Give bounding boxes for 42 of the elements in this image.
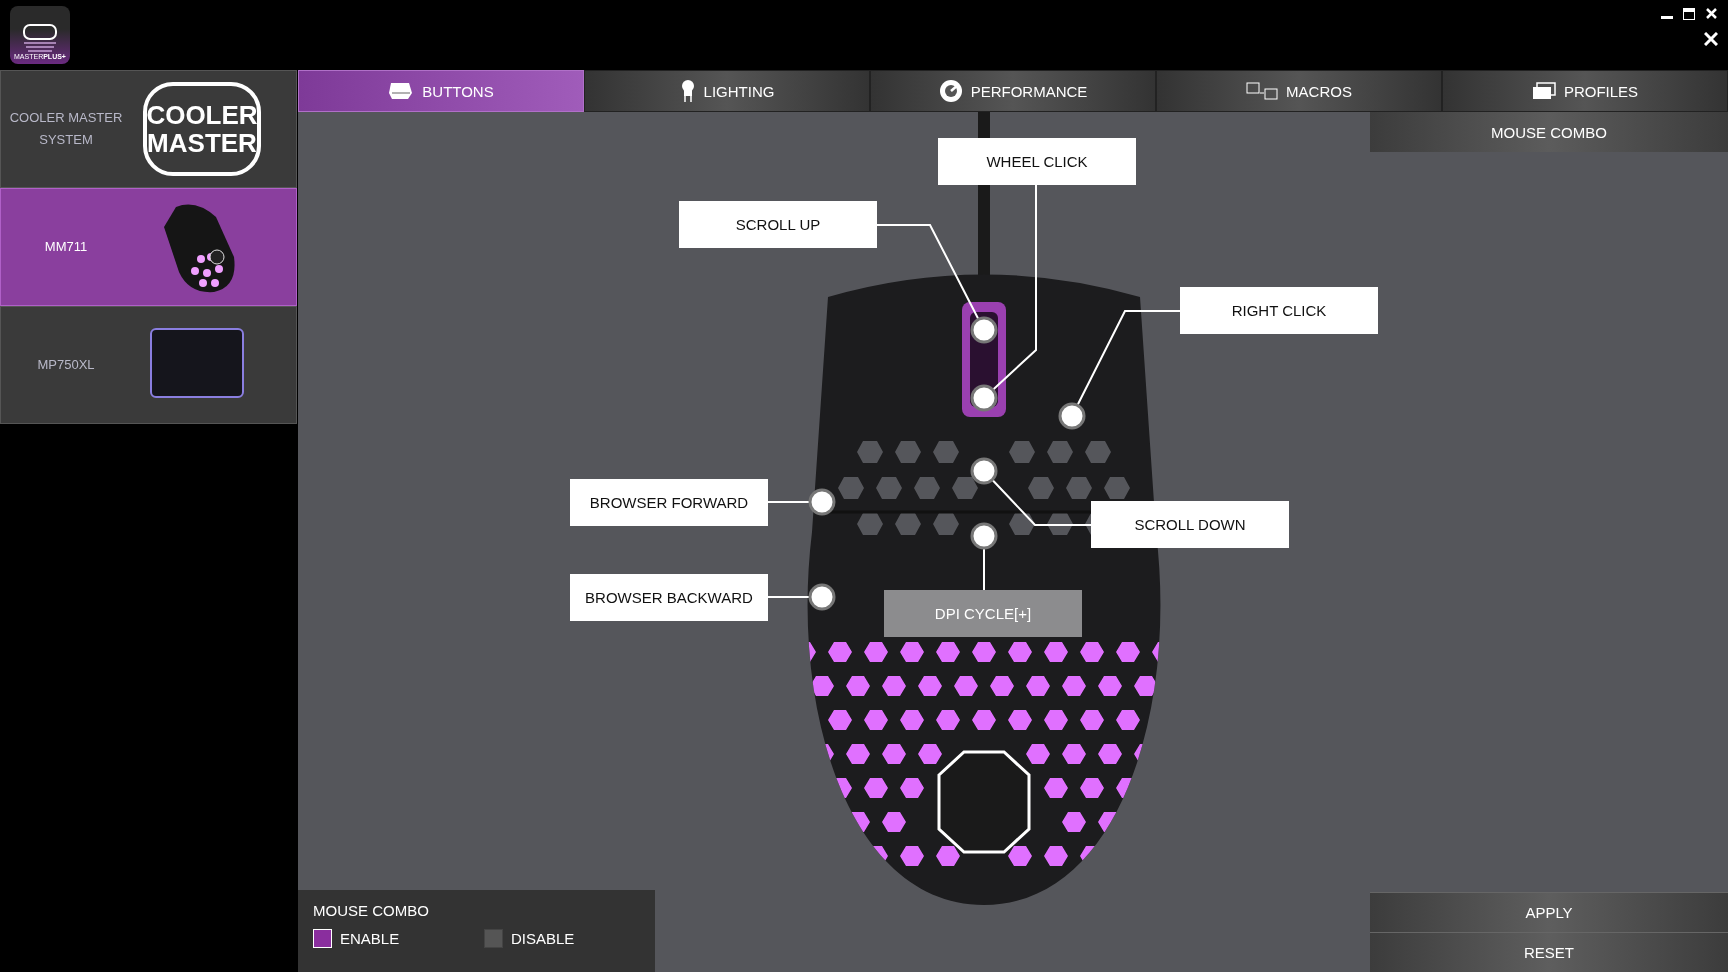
button-assignment[interactable]: BROWSER BACKWARD [570, 574, 768, 621]
mouse-icon [388, 81, 415, 101]
device-item[interactable]: COOLER MASTER SYSTEM COOLER MASTER [0, 70, 297, 188]
checkbox-label[interactable]: ENABLE [340, 930, 400, 947]
tab[interactable]: BUTTONS [298, 70, 584, 112]
device-item[interactable]: MP750XL [0, 306, 297, 424]
tab[interactable]: LIGHTING [584, 70, 870, 112]
action-button[interactable]: APPLY [1370, 892, 1728, 932]
button-assignment[interactable]: BROWSER FORWARD [570, 479, 768, 526]
keys-icon [1246, 82, 1279, 100]
hotspot-dot[interactable] [970, 316, 998, 344]
device-name: COOLER MASTER SYSTEM [8, 109, 124, 149]
cards-icon [1531, 82, 1556, 100]
button-assignment[interactable]: RIGHT CLICK [1180, 287, 1378, 334]
maximize-icon[interactable] [1683, 8, 1695, 20]
close-icon[interactable] [1705, 8, 1717, 19]
mouse-combo-button[interactable]: MOUSE COMBO [1370, 112, 1728, 152]
logo-emblem-icon [20, 23, 60, 53]
button-assignment[interactable]: SCROLL UP [679, 201, 877, 248]
hotspot-dot[interactable] [1058, 402, 1086, 430]
button-assignment[interactable]: SCROLL DOWN [1091, 501, 1289, 548]
hotspot-dot[interactable] [970, 384, 998, 412]
panel-title: MOUSE COMBO [313, 902, 430, 919]
tab[interactable]: PROFILES [1442, 70, 1728, 112]
leader-line [983, 547, 985, 591]
logo-text: COOLER [146, 101, 258, 129]
button-assignment[interactable]: WHEEL CLICK [938, 138, 1136, 185]
gauge-icon [938, 79, 963, 103]
tab[interactable]: PERFORMANCE [870, 70, 1156, 112]
hotspot-dot[interactable] [970, 457, 998, 485]
checkbox[interactable] [484, 929, 503, 948]
checkbox-label[interactable]: DISABLE [511, 930, 575, 947]
hotspot-dot[interactable] [970, 522, 998, 550]
bulb-icon [679, 79, 696, 103]
device-item[interactable]: MM711 [0, 188, 297, 306]
device-name: MM711 [43, 238, 89, 256]
tab[interactable]: MACROS [1156, 70, 1442, 112]
hotspot-dot[interactable] [808, 583, 836, 611]
logo-text: MASTER [147, 129, 257, 157]
action-button[interactable]: RESET [1370, 932, 1728, 972]
device-name: MP750XL [36, 356, 96, 374]
hotspot-dot[interactable] [808, 488, 836, 516]
